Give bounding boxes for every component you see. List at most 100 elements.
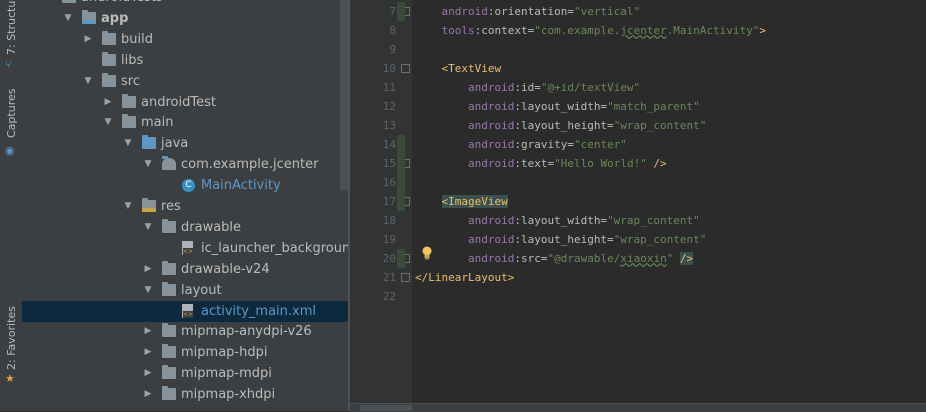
tree-item[interactable]: ▼ app	[22, 8, 348, 29]
expand-arrow-down-icon[interactable]: ▼	[122, 196, 134, 217]
tree-item[interactable]: ▼ java	[22, 133, 348, 154]
folder-icon	[62, 0, 76, 3]
expand-arrow-down-icon[interactable]: ▼	[122, 133, 134, 154]
editor-gutter: 7 8 9 10 11 12 13 14 15 16 17 18 19 20 21 22	[350, 0, 412, 403]
line-number: 15	[382, 156, 396, 170]
code-token: "wrap_content"	[613, 118, 707, 132]
code-token: "center"	[573, 137, 627, 151]
code-token: "Hello World!"	[554, 156, 647, 170]
code-line: android:layout_height="wrap_content"	[415, 116, 706, 135]
code-line: android:layout_width="wrap_content"	[415, 211, 700, 230]
expand-arrow-down-icon[interactable]: ▼	[142, 280, 154, 301]
module-folder-icon	[82, 9, 96, 24]
code-token: <TextView	[441, 61, 502, 75]
expand-arrow-right-icon[interactable]: ▶	[142, 259, 154, 280]
class-icon: C	[182, 179, 195, 193]
tree-item[interactable]: ▼ res	[22, 196, 348, 217]
code-line: android:orientation="vertical"	[415, 2, 641, 21]
expand-arrow-down-icon[interactable]: ▼	[142, 154, 154, 175]
tree-item[interactable]: ▼ src	[22, 71, 348, 92]
code-line: android:gravity="center"	[415, 135, 627, 154]
code-token: :orientation=	[487, 4, 574, 18]
code-token: "@drawable/	[547, 251, 621, 265]
code-line: </LinearLayout>	[415, 268, 514, 287]
expand-arrow-right-icon[interactable]: ▶	[102, 92, 114, 113]
folder-icon	[102, 51, 116, 66]
code-token: "match_parent"	[607, 99, 700, 113]
resource-folder-icon	[142, 198, 156, 212]
change-marker	[397, 248, 405, 268]
line-number: 22	[382, 289, 396, 303]
tree-item[interactable]: activity_main.xml	[22, 300, 348, 322]
tree-item[interactable]: C MainActivity	[22, 175, 348, 196]
folder-icon	[102, 30, 116, 45]
tree-item[interactable]: ▼ drawable	[22, 217, 348, 238]
tree-item[interactable]: ▼ layout	[22, 280, 348, 301]
tree-item[interactable]: ▶ mipmap-xhdpi	[22, 384, 348, 405]
code-editor[interactable]: android:orientation="vertical" tools:con…	[413, 0, 926, 403]
expand-arrow-right-icon[interactable]: ▶	[142, 321, 154, 342]
tree-item[interactable]: ▶ androidTest	[22, 92, 348, 113]
code-token: >	[759, 23, 767, 37]
captures-tab[interactable]: ◉ Captures	[1, 88, 21, 158]
code-token: android	[467, 213, 515, 227]
project-scrollbar[interactable]	[340, 0, 348, 190]
expand-arrow-right-icon[interactable]: ▶	[142, 363, 154, 384]
expand-arrow-down-icon[interactable]: ▼	[82, 71, 94, 92]
line-number: 12	[382, 99, 396, 113]
tree-item[interactable]: ▶ mipmap-mdpi	[22, 363, 348, 384]
code-token: android	[441, 4, 488, 18]
tree-item-label: libs	[121, 52, 144, 68]
fold-marker-icon[interactable]	[401, 63, 410, 73]
tree-item[interactable]: ▼ main	[22, 112, 348, 133]
fold-marker-icon[interactable]	[401, 272, 410, 282]
tree-item-label: androidTests	[81, 0, 163, 8]
star-icon: ★	[5, 372, 15, 385]
folder-icon	[162, 386, 176, 401]
code-token: android	[467, 137, 515, 151]
tree-item[interactable]: ▶ drawable-v24	[22, 259, 348, 280]
line-number: 17	[382, 194, 396, 208]
code-token: :gravity=	[514, 137, 574, 151]
code-line: tools:context="com.example.jcenter.MainA…	[415, 21, 767, 40]
expand-arrow-right-icon[interactable]: ▶	[142, 342, 154, 363]
folder-icon	[162, 218, 176, 233]
tree-item[interactable]: ▶ mipmap-hdpi	[22, 342, 348, 363]
code-line: android:text="Hello World!" />	[415, 154, 667, 173]
tree-item[interactable]: ▶ build	[22, 29, 348, 50]
folder-icon	[122, 114, 136, 129]
tree-item-label: mipmap-hdpi	[181, 345, 268, 361]
code-token: ImageView	[448, 194, 508, 208]
tree-item[interactable]: libs	[22, 50, 348, 71]
expand-arrow-right-icon[interactable]: ▶	[82, 29, 94, 50]
bottom-tab[interactable]	[360, 405, 412, 411]
structure-tab[interactable]: ⑂ 7: Structure	[1, 0, 21, 75]
folder-icon	[162, 281, 176, 296]
expand-arrow-down-icon[interactable]: ▼	[62, 8, 74, 29]
expand-arrow-right-icon[interactable]: ▶	[142, 384, 154, 405]
code-token: "wrap_content"	[613, 232, 707, 246]
tree-item[interactable]: ▼ com.example.jcenter	[22, 154, 348, 175]
code-token: :layout_width=	[514, 213, 608, 227]
expand-arrow-down-icon[interactable]: ▼	[142, 217, 154, 238]
tree-item[interactable]: androidTests	[22, 0, 348, 8]
code-token: />	[679, 251, 694, 265]
tree-item-label: ic_launcher_background.xml	[201, 240, 348, 256]
xml-file-icon	[182, 240, 194, 255]
folder-icon	[162, 260, 176, 275]
tree-item-label: res	[161, 199, 181, 214]
tree-item[interactable]: ic_launcher_background.xml	[22, 238, 348, 259]
favorites-tab[interactable]: ★ 2: Favorites	[1, 300, 21, 392]
expand-arrow-down-icon[interactable]: ▼	[102, 112, 114, 133]
tree-item-label: src	[121, 73, 140, 89]
tree-item[interactable]: ▶ mipmap-anydpi-v26	[22, 321, 348, 342]
tree-item-label: drawable-v24	[181, 261, 270, 277]
lightbulb-icon[interactable]	[421, 246, 433, 260]
